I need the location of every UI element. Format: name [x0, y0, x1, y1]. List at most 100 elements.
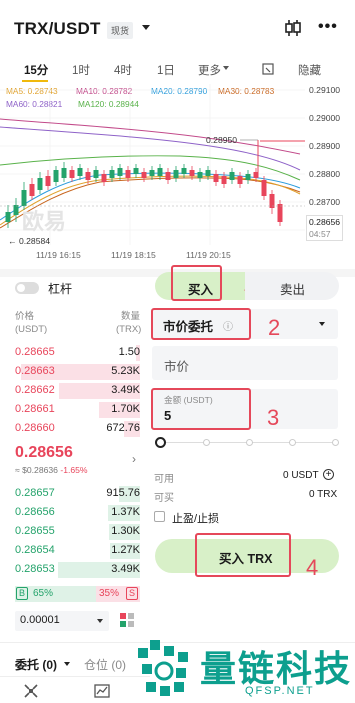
orderbook-qty: 3.49K	[111, 563, 140, 575]
chevron-right-icon[interactable]: ›	[132, 452, 136, 466]
nav-divider	[0, 676, 150, 677]
price-tick: 0.29100	[309, 85, 341, 95]
candle-body	[205, 170, 211, 176]
orderbook-row[interactable]: 0.28661 1.70K	[15, 402, 140, 418]
tab-1d[interactable]: 1日	[157, 62, 175, 78]
orderbook-row[interactable]: 0.28662 3.49K	[15, 383, 140, 399]
transfer-plus-icon[interactable]: +	[323, 469, 334, 480]
leverage-label: 杠杆	[48, 282, 73, 296]
candle-body	[5, 212, 11, 222]
buyable-value: 0 TRX	[309, 489, 338, 500]
orderbook-qty: 672.76	[106, 422, 140, 434]
chart-watermark: 欧易	[22, 209, 67, 234]
orderbook-qty-header: 数量 (TRX)	[116, 310, 141, 336]
annotation-number: 2	[268, 315, 281, 340]
tab-positions[interactable]: 仓位 (0)	[84, 656, 126, 673]
orderbook-qty: 3.49K	[111, 384, 140, 396]
slider-tick[interactable]	[203, 439, 210, 446]
orderbook-row[interactable]: 0.28665 1.50	[15, 345, 140, 361]
price-tick: 0.28900	[309, 141, 341, 151]
price-tick: 0.29000	[309, 113, 341, 123]
candle-body	[85, 172, 91, 180]
high-price-label: 0.28950	[206, 135, 238, 145]
annotation-number: 4	[306, 555, 319, 580]
candle-body	[61, 168, 67, 178]
tab-orders[interactable]: 委托 (0)	[15, 656, 57, 673]
orderbook-qty: 1.70K	[111, 403, 140, 415]
more-caret-icon	[223, 66, 229, 70]
time-label: 11/19 18:15	[111, 250, 156, 260]
orderbook-row[interactable]: 0.28663 5.23K	[15, 364, 140, 380]
candle-body	[277, 204, 283, 222]
more-options-icon[interactable]: •••	[318, 18, 338, 36]
col-price-unit: (USDT)	[15, 324, 48, 335]
tab-15m[interactable]: 15分	[24, 62, 48, 78]
orderbook-row[interactable]: 0.28653 3.49K	[15, 562, 140, 578]
candle-body	[45, 176, 51, 186]
precision-select[interactable]: 0.00001	[15, 611, 109, 631]
orderbook-price-header: 价格 (USDT)	[15, 310, 47, 336]
buy-ratio: 65%	[33, 588, 54, 599]
tpsl-checkbox[interactable]	[154, 511, 165, 522]
candle-body	[77, 168, 83, 176]
chart-settings-icon[interactable]	[262, 63, 274, 75]
chevron-down-icon	[64, 662, 70, 666]
orderbook-qty: 5.23K	[111, 365, 140, 377]
last-price: 0.28656	[15, 444, 73, 461]
slider-handle[interactable]	[155, 437, 166, 448]
orderbook-price: 0.28662	[15, 384, 55, 396]
buy-trx-label: 买入 TRX	[219, 552, 273, 566]
tab-more[interactable]: 更多	[198, 62, 221, 78]
candle-body	[213, 174, 219, 182]
candle-body	[53, 170, 59, 182]
sell-ratio: 35%	[99, 588, 120, 599]
available-label: 可用	[154, 474, 174, 485]
info-icon[interactable]: ⓘ	[223, 318, 233, 333]
slider-tick[interactable]	[289, 439, 296, 446]
candle-body	[237, 176, 243, 184]
tab-sell-label: 卖出	[280, 283, 306, 297]
precision-value: 0.00001	[20, 614, 60, 626]
leverage-toggle[interactable]	[15, 282, 39, 294]
orderbook-row[interactable]: 0.28655 1.30K	[15, 524, 140, 540]
slider-tick[interactable]	[246, 439, 253, 446]
grid-nav-icon[interactable]	[24, 684, 38, 698]
pair-dropdown-icon[interactable]	[142, 25, 150, 30]
available-value: 0 USDT	[283, 470, 319, 481]
candle-body	[69, 170, 75, 178]
tab-4h[interactable]: 4时	[114, 62, 132, 78]
orderbook-price: 0.28656	[15, 506, 55, 518]
brand-logo-icon	[138, 640, 188, 696]
orderbook-qty: 1.37K	[111, 506, 140, 518]
candlestick-icon[interactable]	[283, 18, 303, 38]
price-change: -1.65%	[60, 465, 88, 475]
buy-ratio-badge: B	[16, 587, 28, 600]
chevron-down-icon	[97, 619, 103, 623]
slider-tick[interactable]	[332, 439, 339, 446]
candle-body	[221, 176, 227, 184]
amount-value[interactable]: 5	[164, 408, 171, 423]
candle-body	[181, 168, 187, 174]
orderbook-row[interactable]: 0.28656 1.37K	[15, 505, 140, 521]
sell-ratio-badge: S	[126, 587, 138, 600]
last-price-usd: ≈ $0.28636 -1.65%	[15, 465, 88, 475]
orderbook-layout-icon[interactable]	[120, 613, 134, 627]
candle-body	[13, 205, 19, 215]
orderbook-row[interactable]: 0.28654 1.27K	[15, 543, 140, 559]
candle-body	[197, 172, 203, 178]
market-tag: 现货	[107, 22, 134, 39]
candlestick-chart[interactable]	[0, 84, 355, 267]
price-tick: 0.28700	[309, 197, 341, 207]
tab-hide[interactable]: 隐藏	[298, 62, 321, 78]
orderbook-qty: 1.30K	[111, 525, 140, 537]
buy-sell-ratio-bar: B 65% 35% S	[15, 586, 140, 602]
orderbook-row[interactable]: 0.28657 915.76	[15, 486, 140, 502]
candle-body	[173, 170, 179, 178]
price-field-value: 市价	[164, 360, 190, 374]
pair-title[interactable]: TRX/USDT	[14, 19, 101, 39]
tab-1h[interactable]: 1时	[72, 62, 90, 78]
candle-body	[125, 170, 131, 178]
orderbook-row[interactable]: 0.28660 672.76	[15, 421, 140, 437]
candle-body	[93, 170, 99, 178]
chart-nav-icon[interactable]	[94, 684, 110, 698]
